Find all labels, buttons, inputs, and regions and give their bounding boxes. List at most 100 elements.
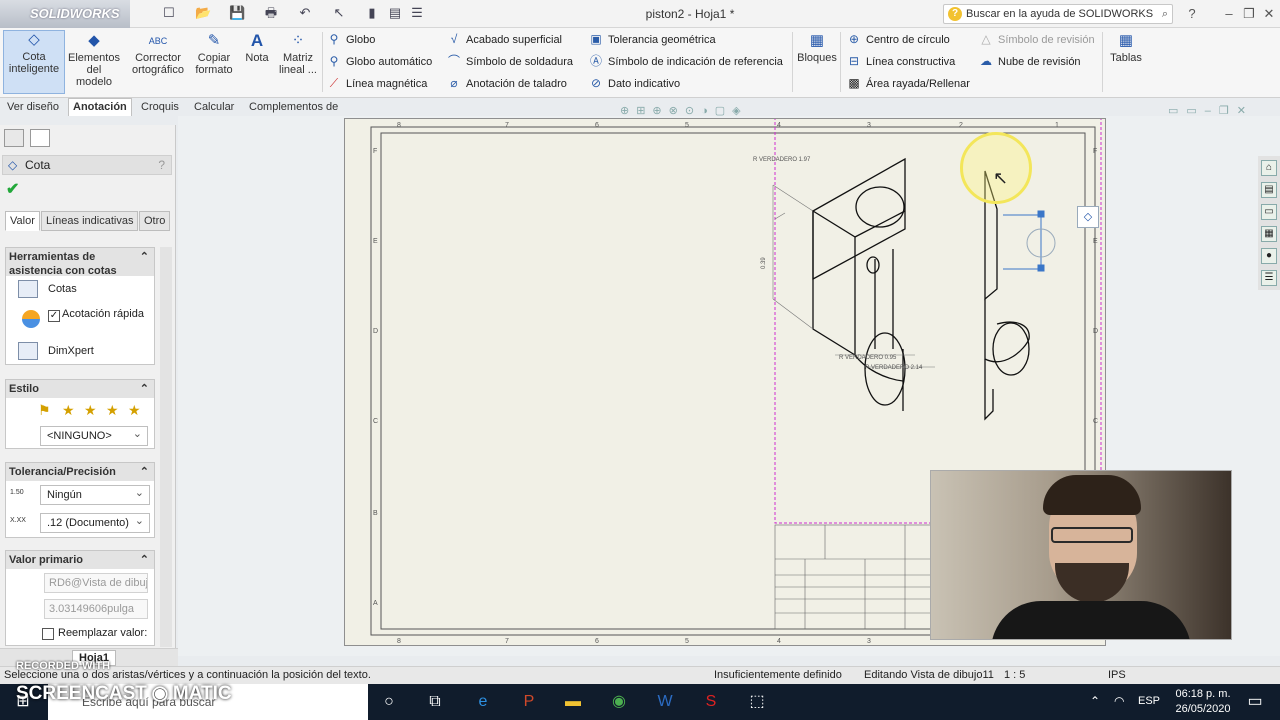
open-file-icon[interactable]: 📂 bbox=[195, 5, 211, 21]
file-properties-icon[interactable]: ▤ bbox=[387, 5, 403, 21]
feature-tree-tab-icon[interactable] bbox=[4, 129, 24, 147]
wifi-icon[interactable]: ◠ bbox=[1114, 694, 1124, 708]
load-style-icon[interactable]: ★ bbox=[128, 402, 141, 419]
minimize-button[interactable]: – bbox=[1220, 5, 1238, 23]
help-icon[interactable]: ? bbox=[1183, 5, 1201, 23]
status-units[interactable]: IPS bbox=[1108, 667, 1126, 684]
task-view-icon[interactable]: ⧉ bbox=[412, 684, 458, 720]
spell-check-button[interactable]: ABC Corrector ortográfico bbox=[128, 32, 188, 76]
style-icon[interactable]: ⚑ bbox=[38, 402, 51, 419]
clock[interactable]: 06:18 p. m. 26/05/2020 bbox=[1168, 687, 1238, 717]
blocks-button[interactable]: ▦ Bloques bbox=[796, 32, 838, 64]
home-icon[interactable]: ⌂ bbox=[1261, 160, 1277, 176]
precision-select[interactable]: .12 (Documento) bbox=[40, 512, 150, 533]
collapse-icon[interactable]: ⌃ bbox=[140, 465, 149, 479]
notifications-icon[interactable]: ▭ bbox=[1232, 684, 1278, 720]
dimxpert-option[interactable]: DimXpert bbox=[6, 338, 154, 364]
solidworks-taskbar-icon[interactable]: S bbox=[688, 684, 734, 720]
dimension-name-field[interactable]: RD6@Vista de dibujo bbox=[44, 573, 148, 593]
select-cursor-icon[interactable]: ↖ bbox=[331, 5, 347, 21]
status-scale[interactable]: 1 : 5 bbox=[1004, 667, 1025, 684]
property-manager-scrollbar[interactable] bbox=[160, 247, 172, 647]
tab-ver-diseno[interactable]: Ver diseño bbox=[2, 98, 64, 116]
radius-annotation[interactable]: R VERDADERO 0.95 bbox=[839, 355, 897, 361]
tab-croquis[interactable]: Croquis bbox=[136, 98, 184, 116]
tray-up-icon[interactable]: ⌃ bbox=[1090, 694, 1100, 708]
undo-icon[interactable]: ↶ bbox=[297, 5, 313, 21]
center-mark-button[interactable]: ⊕ Centro de círculo bbox=[846, 30, 950, 48]
update-style-icon[interactable]: ★ bbox=[84, 402, 97, 419]
tab-anotacion[interactable]: Anotación bbox=[68, 98, 132, 116]
view-window-controls[interactable]: ▭▭–❐✕ bbox=[1168, 104, 1278, 120]
save-style-icon[interactable]: ★ bbox=[106, 402, 119, 419]
appearances-icon[interactable]: ● bbox=[1261, 248, 1277, 264]
edge-icon[interactable]: e bbox=[460, 684, 506, 720]
tab-complementos[interactable]: Complementos de SOLIDWORKS bbox=[244, 98, 420, 130]
dimension-value-field[interactable]: 3.03149606pulga bbox=[44, 599, 148, 619]
radius-annotation[interactable]: R VERDADERO 2.14 bbox=[865, 365, 923, 371]
powerpoint-icon[interactable]: P bbox=[506, 684, 552, 720]
balloon-button[interactable]: ⚲ Globo bbox=[326, 30, 376, 48]
cortana-icon[interactable]: ○ bbox=[366, 684, 412, 720]
tables-button[interactable]: ▦ Tablas bbox=[1106, 32, 1146, 64]
snipping-tool-icon[interactable]: ⬚ bbox=[734, 684, 780, 720]
view-boundary[interactable] bbox=[774, 119, 1102, 524]
dimensions-option[interactable]: Cotas bbox=[6, 276, 154, 302]
style-select[interactable]: <NINGUNO> bbox=[40, 425, 148, 446]
override-value-checkbox[interactable] bbox=[42, 628, 54, 640]
print-icon[interactable]: 🖶 bbox=[263, 5, 279, 21]
word-icon[interactable]: W bbox=[642, 684, 688, 720]
datum-target-button[interactable]: ⊘ Dato indicativo bbox=[588, 74, 680, 92]
primary-value-header[interactable]: Valor primario ⌃ bbox=[6, 551, 154, 569]
tolerance-select[interactable]: Ningún bbox=[40, 484, 150, 505]
radius-annotation[interactable]: R VERDADERO 1.97 bbox=[753, 157, 811, 163]
magnetic-line-button[interactable]: ⟋ Línea magnética bbox=[326, 74, 428, 92]
style-header[interactable]: Estilo ⌃ bbox=[6, 380, 154, 398]
auto-balloon-button[interactable]: ⚲ Globo automático bbox=[326, 52, 433, 70]
tolerance-header[interactable]: Tolerancia/Precisión ⌃ bbox=[6, 463, 154, 481]
folder-icon[interactable]: ▭ bbox=[1261, 204, 1277, 220]
language-indicator[interactable]: ESP bbox=[1138, 695, 1160, 707]
help-icon[interactable]: ? bbox=[158, 156, 165, 174]
chrome-icon[interactable]: ◉ bbox=[596, 684, 642, 720]
tab-otro[interactable]: Otro bbox=[139, 211, 171, 231]
isometric-view[interactable] bbox=[812, 157, 906, 411]
revision-cloud-button[interactable]: ☁ Nube de revisión bbox=[978, 52, 1081, 70]
property-manager-tab-icon[interactable] bbox=[30, 129, 50, 147]
search-icon[interactable]: ⌕ bbox=[1162, 5, 1168, 23]
collapse-icon[interactable]: ⌃ bbox=[140, 250, 149, 264]
note-button[interactable]: A Nota bbox=[240, 32, 274, 65]
tab-valor[interactable]: Valor bbox=[5, 211, 40, 231]
new-file-icon[interactable]: ☐ bbox=[161, 5, 177, 21]
options-icon[interactable]: ☰ bbox=[409, 5, 425, 21]
custom-properties-icon[interactable]: ☰ bbox=[1261, 270, 1277, 286]
dimension-preview[interactable] bbox=[1003, 210, 1056, 272]
surface-finish-button[interactable]: √ Acabado superficial bbox=[446, 30, 562, 48]
collapse-icon[interactable]: ⌃ bbox=[140, 382, 149, 396]
tab-lineas-indicativas[interactable]: Líneas indicativas bbox=[41, 211, 139, 231]
linear-pattern-button[interactable]: ⁘ Matriz lineal ... bbox=[276, 32, 320, 76]
geometric-tolerance-button[interactable]: ▣ Tolerancia geométrica bbox=[588, 30, 715, 48]
file-explorer-icon[interactable]: ▬ bbox=[550, 684, 596, 720]
quick-dim-checkbox[interactable]: ✓ bbox=[48, 310, 60, 322]
side-view[interactable] bbox=[984, 170, 1030, 421]
length-annotation[interactable]: 0.39 bbox=[761, 257, 767, 269]
resources-icon[interactable]: ▤ bbox=[1261, 182, 1277, 198]
model-items-button[interactable]: ◆ Elementos del modelo bbox=[68, 32, 120, 88]
revision-symbol-button[interactable]: △ Símbolo de revisión bbox=[978, 30, 1094, 48]
close-button[interactable]: ✕ bbox=[1260, 5, 1278, 23]
add-style-icon[interactable]: ★ bbox=[62, 402, 75, 419]
ok-check-icon[interactable]: ✔ bbox=[6, 179, 19, 199]
weld-symbol-button[interactable]: ⌒ Símbolo de soldadura bbox=[446, 52, 573, 70]
save-icon[interactable]: 💾 bbox=[229, 5, 245, 21]
quick-dim-option[interactable]: ✓ Acotación rápida bbox=[6, 302, 154, 338]
area-hatch-button[interactable]: ▩ Área rayada/Rellenar bbox=[846, 74, 970, 92]
rebuild-icon[interactable]: ▮ bbox=[364, 5, 380, 21]
solidworks-logo[interactable]: SOLIDWORKS bbox=[0, 0, 130, 28]
smart-dimension-button[interactable]: ◇ Cota inteligente bbox=[3, 30, 65, 94]
hole-callout-button[interactable]: ⌀ Anotación de taladro bbox=[446, 74, 567, 92]
datum-feature-button[interactable]: Ⓐ Símbolo de indicación de referencia bbox=[588, 52, 783, 70]
centerline-button[interactable]: ⊟ Línea constructiva bbox=[846, 52, 955, 70]
format-painter-button[interactable]: ✎ Copiar formato bbox=[192, 32, 236, 76]
help-search-input[interactable]: ? Buscar en la ayuda de SOLIDWORKS ⌕ bbox=[943, 4, 1173, 24]
